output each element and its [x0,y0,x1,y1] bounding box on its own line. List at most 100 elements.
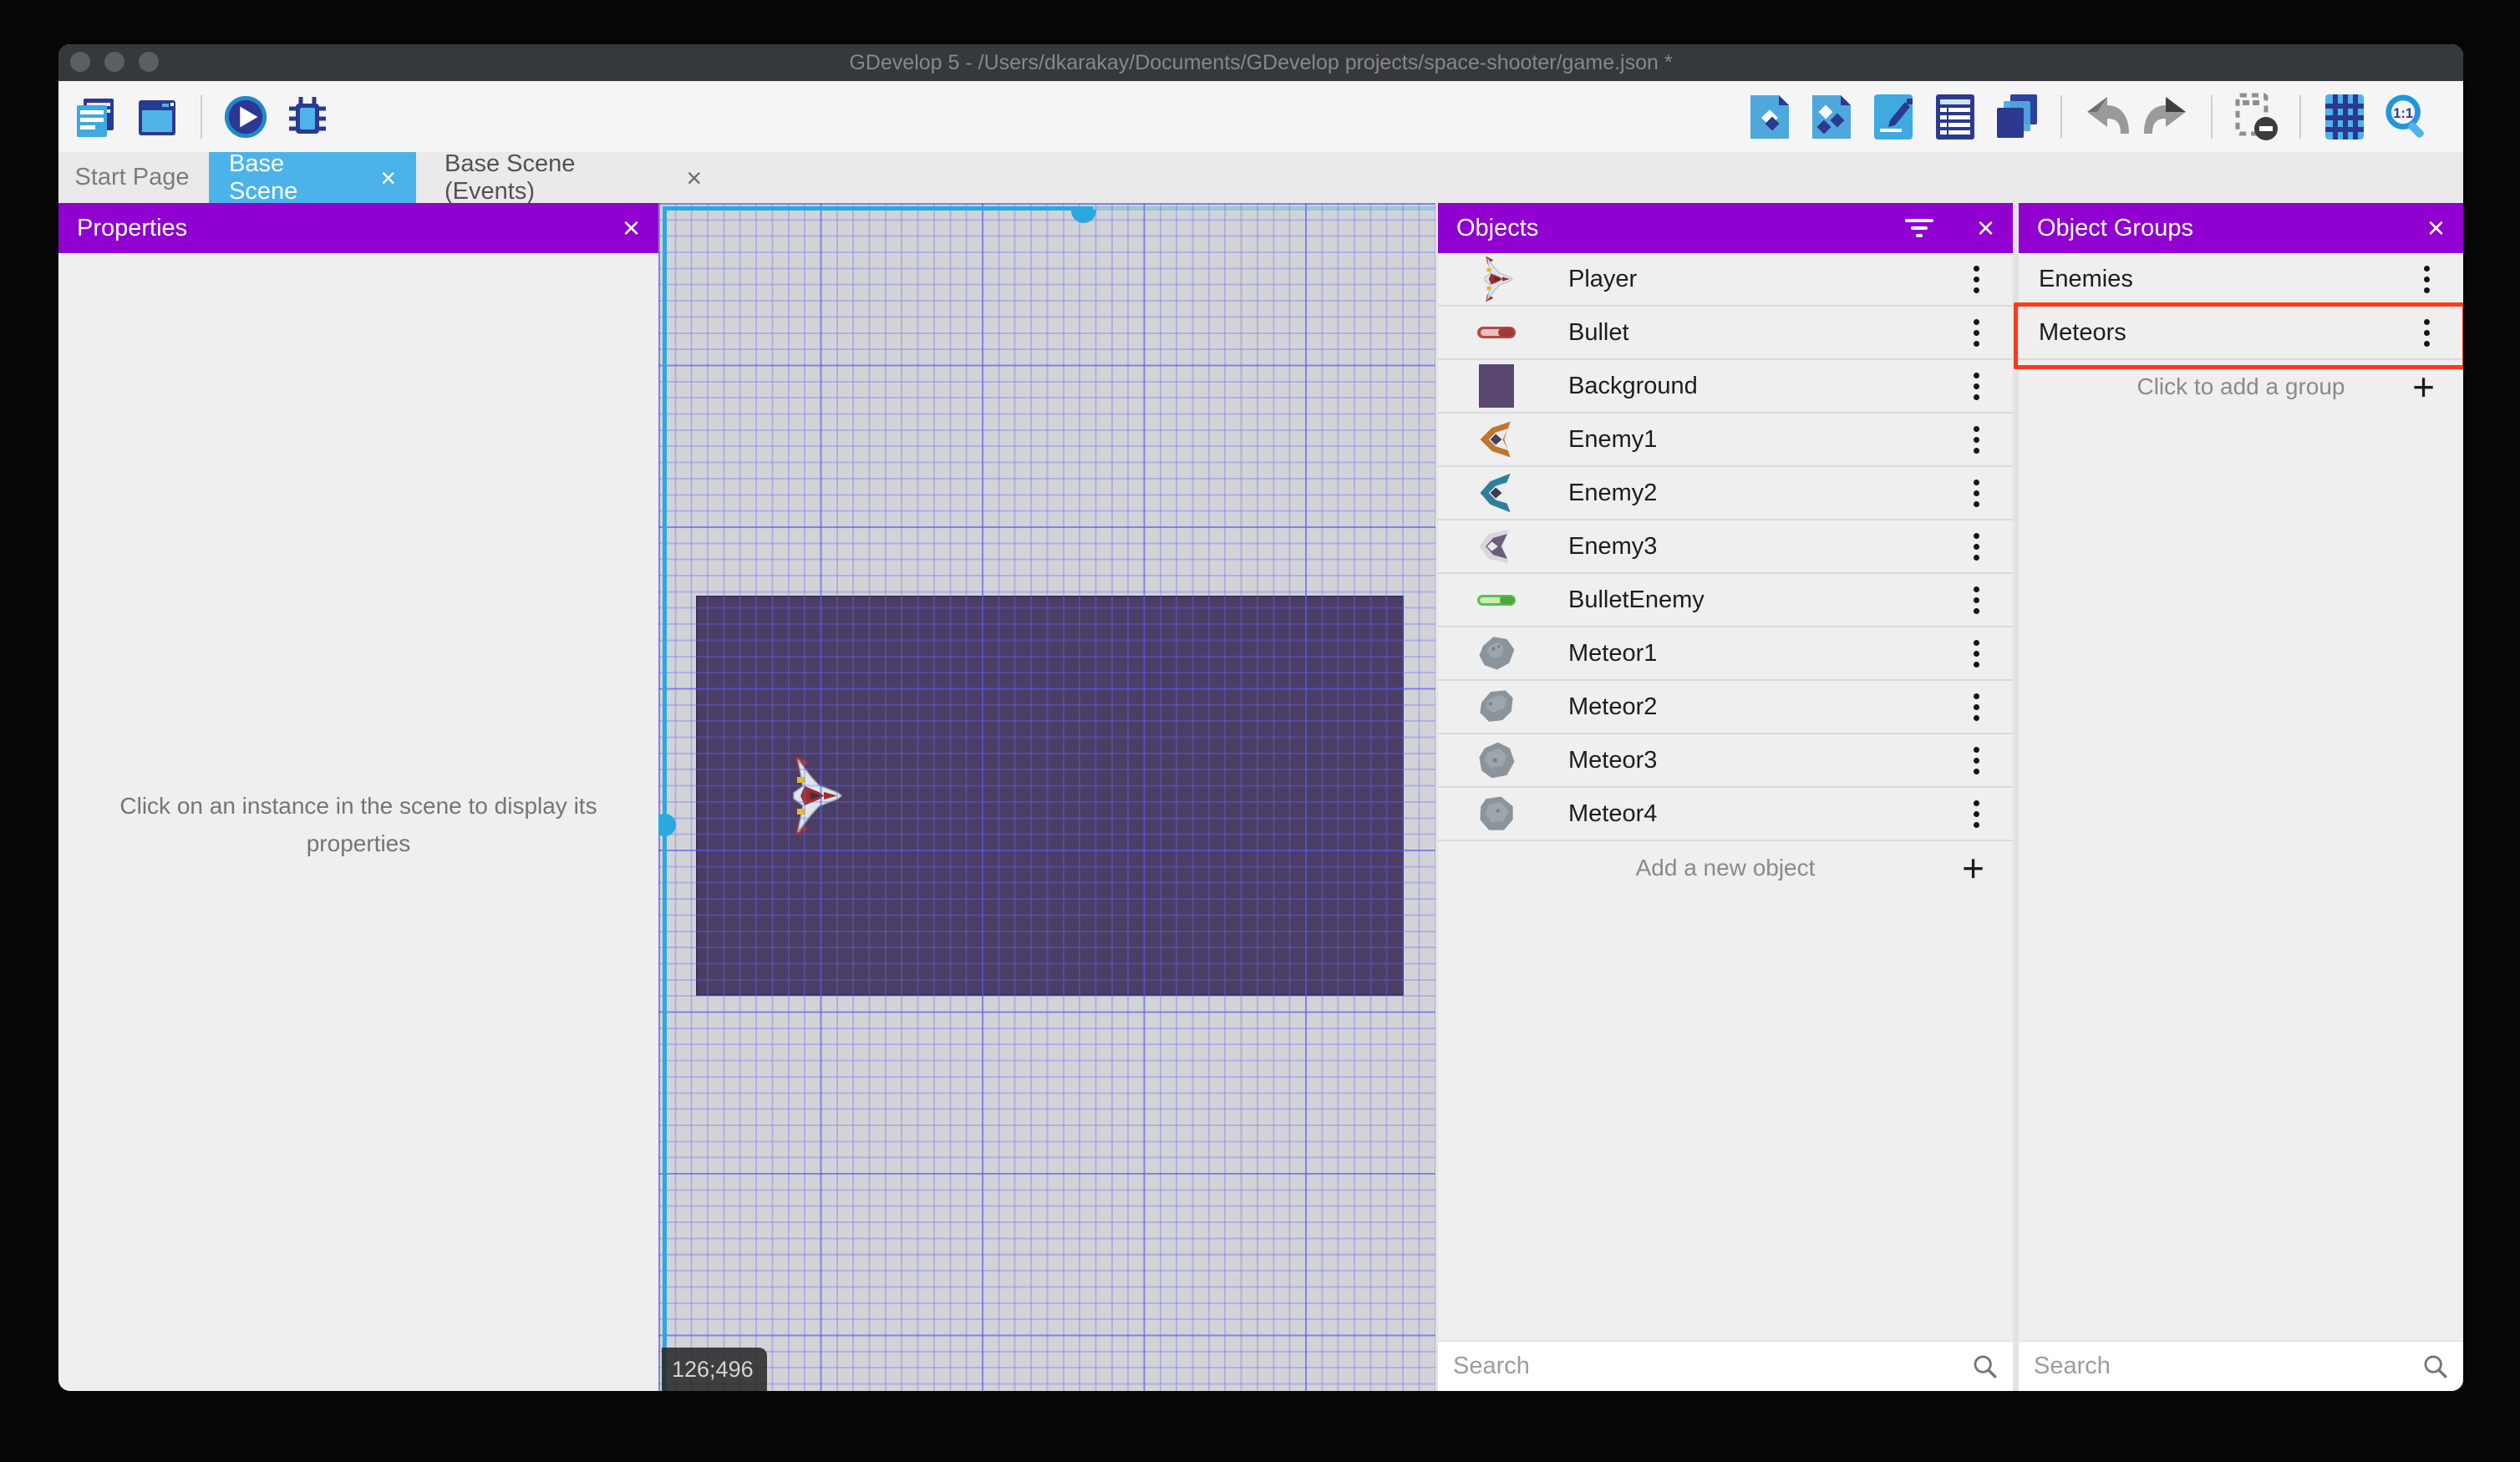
group-row-meteors[interactable]: Meteors [2019,307,2463,360]
groups-search-input[interactable] [2019,1353,2421,1380]
meteor-icon [1473,790,1520,837]
zoom-window-icon[interactable] [139,52,159,72]
object-label: Meteor1 [1568,639,1658,667]
instances-list-icon[interactable] [1932,94,1979,140]
object-row-enemy3[interactable]: Enemy3 [1438,520,2013,574]
object-groups-list: Enemies Meteors Click to add a group + [2019,253,2463,414]
redo-icon[interactable] [2144,94,2191,140]
kebab-menu-icon[interactable] [1974,639,1979,668]
meteor-icon [1473,683,1520,730]
close-panel-icon[interactable]: × [622,213,640,243]
kebab-menu-icon[interactable] [1974,746,1979,774]
layers-icon[interactable] [1994,94,2040,140]
kebab-menu-icon[interactable] [1974,586,1979,614]
scene-canvas[interactable]: 126;496 [658,203,1435,1391]
meteor-icon [1473,737,1520,784]
properties-panel: Properties × Click on an instance in the… [58,203,658,1391]
plus-icon[interactable]: + [2412,368,2435,406]
object-row-background[interactable]: Background [1438,360,2013,414]
object-row-bulletenemy[interactable]: BulletEnemy [1438,574,2013,627]
objects-list: Player Bullet Background Enemy1 Enemy2 E… [1438,253,2013,895]
filter-icon[interactable] [1904,219,1933,237]
add-group-label: Click to add a group [2136,373,2345,399]
player-instance[interactable] [785,755,843,836]
close-panel-icon[interactable]: × [2427,213,2445,243]
groups-search-bar [2019,1341,2463,1391]
object-row-meteor2[interactable]: Meteor2 [1438,681,2013,734]
close-tab-icon[interactable]: × [380,165,396,191]
object-row-meteor3[interactable]: Meteor3 [1438,734,2013,788]
selection-left-edge [663,206,667,1391]
object-row-enemy1[interactable]: Enemy1 [1438,414,2013,467]
toolbar-separator [2060,94,2062,139]
add-new-object-label: Add a new object [1635,855,1816,881]
object-row-player[interactable]: Player [1438,253,2013,307]
close-tab-icon[interactable]: × [686,165,702,191]
scene-editor-icon[interactable] [134,94,180,140]
kebab-menu-icon[interactable] [1974,693,1979,721]
kebab-menu-icon[interactable] [1974,265,1979,293]
minimize-window-icon[interactable] [104,52,124,72]
purple-background-icon [1473,363,1520,409]
debugger-bug-icon[interactable] [284,94,331,140]
search-icon [1974,1355,1997,1378]
orange-enemy-ship-icon [1473,416,1520,463]
kebab-menu-icon[interactable] [1974,800,1979,828]
tab-bar: Start Page Base Scene × Base Scene (Even… [58,150,2463,205]
tab-base-scene[interactable]: Base Scene × [209,150,416,205]
selection-handle[interactable] [658,814,676,836]
grid-toggle-icon[interactable] [2321,94,2368,140]
toolbar-separator [2211,94,2213,139]
object-label: BulletEnemy [1568,586,1705,613]
traffic-lights [70,52,159,72]
object-groups-panel-header: Object Groups × [2019,203,2463,253]
content-area: Properties × Click on an instance in the… [58,203,2463,1391]
preview-play-icon[interactable] [222,94,269,140]
undo-icon[interactable] [2082,94,2129,140]
meteor-icon [1473,630,1520,677]
add-new-object-button[interactable]: Add a new object + [1438,841,2013,895]
object-label: Meteor4 [1568,800,1658,827]
kebab-menu-icon[interactable] [2424,265,2430,293]
tab-start-page[interactable]: Start Page [67,152,197,203]
objects-search-input[interactable] [1438,1353,1971,1380]
kebab-menu-icon[interactable] [1974,372,1979,400]
kebab-menu-icon[interactable] [1974,532,1979,561]
toolbar-separator [2299,94,2301,139]
tab-label: Base Scene [229,150,298,205]
zoom-one-to-one-icon[interactable]: 1:1 [2383,94,2430,140]
panel-title: Objects [1456,214,1539,241]
object-row-enemy2[interactable]: Enemy2 [1438,467,2013,520]
kebab-menu-icon[interactable] [2424,318,2430,347]
tab-label: Base Scene (Events) [445,150,576,205]
add-group-button[interactable]: Click to add a group + [2019,360,2463,414]
gray-enemy-ship-icon [1473,523,1520,570]
toolbar-separator [201,94,202,139]
project-manager-icon[interactable] [72,94,119,140]
plus-icon[interactable]: + [1962,849,1984,887]
main-toolbar: 1:1 [58,81,2463,152]
player-ship-icon [1473,256,1520,302]
properties-panel-toggle-icon[interactable] [1870,94,1917,140]
red-bullet-icon [1473,309,1520,356]
mask-toggle-icon[interactable] [2233,93,2279,140]
object-label: Meteor3 [1568,746,1658,774]
kebab-menu-icon[interactable] [1974,318,1979,347]
tab-base-scene-events[interactable]: Base Scene (Events) × [424,150,722,205]
close-panel-icon[interactable]: × [1977,213,1994,243]
titlebar: GDevelop 5 - /Users/dkarakay/Documents/G… [58,44,2463,81]
svg-text:1:1: 1:1 [2393,105,2413,120]
object-row-meteor4[interactable]: Meteor4 [1438,788,2013,841]
object-label: Meteor2 [1568,693,1658,720]
kebab-menu-icon[interactable] [1974,425,1979,454]
selection-handle[interactable] [1071,210,1096,223]
object-row-meteor1[interactable]: Meteor1 [1438,627,2013,681]
object-groups-panel-toggle-icon[interactable] [1808,94,1855,140]
close-window-icon[interactable] [70,52,90,72]
object-label: Player [1568,265,1638,292]
object-row-bullet[interactable]: Bullet [1438,307,2013,360]
group-row-enemies[interactable]: Enemies [2019,253,2463,307]
cursor-coordinates: 126;496 [662,1348,767,1391]
objects-panel-toggle-icon[interactable] [1746,94,1793,140]
kebab-menu-icon[interactable] [1974,479,1979,507]
